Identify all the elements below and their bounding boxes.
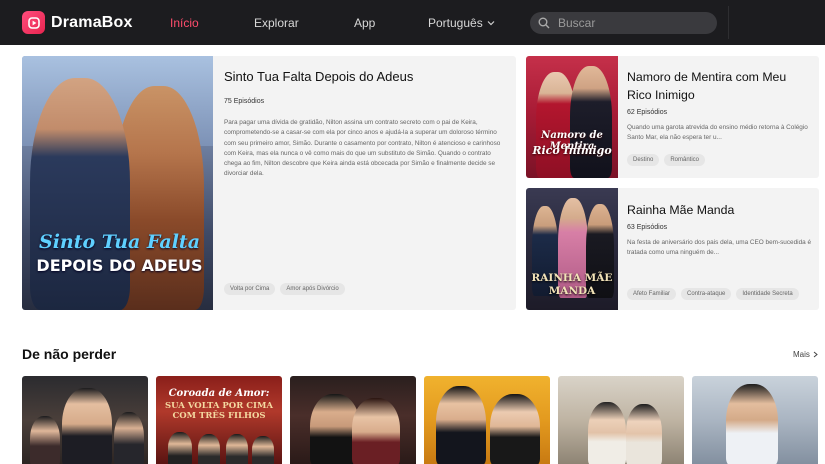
drama-episode-count: 62 Episódios	[627, 109, 668, 116]
drama-poster-card[interactable]	[290, 376, 416, 464]
chevron-down-icon	[487, 21, 495, 26]
drama-poster-card[interactable]	[558, 376, 684, 464]
more-label: Mais	[793, 350, 810, 359]
play-logo-icon	[22, 11, 45, 34]
poster-figure	[436, 386, 486, 464]
featured-description: Para pagar uma dívida de gratidão, Nilto…	[224, 119, 501, 178]
drama-poster-card[interactable]: Coroada de Amor: SUA VOLTA POR CIMA COM …	[156, 376, 282, 464]
poster-figure	[726, 384, 778, 464]
language-label: Português	[428, 16, 483, 30]
drama-poster[interactable]: Namoro de Mentira Rico Inimigo	[526, 56, 618, 178]
poster-figure	[226, 434, 248, 464]
nav-home-link[interactable]: Início	[170, 16, 199, 30]
drama-description: Quando uma garota atrevida do ensino méd…	[627, 124, 808, 141]
poster-figure	[490, 394, 540, 464]
drama-tags: Destino Romântico	[627, 154, 706, 166]
poster-figure	[352, 398, 400, 464]
featured-poster[interactable]: Sinto Tua Falta DEPOIS DO ADEUS	[22, 56, 213, 310]
poster-title-line2: MANDA	[548, 285, 596, 297]
drama-card[interactable]: RAINHA MÃE MANDA Rainha Mãe Manda 63 Epi…	[526, 188, 819, 310]
drama-card[interactable]: Namoro de Mentira Rico Inimigo Namoro de…	[526, 56, 819, 178]
poster-title-line1: Coroada de Amor:	[168, 388, 270, 399]
nav-explore-link[interactable]: Explorar	[254, 16, 299, 30]
tag-chip[interactable]: Romântico	[664, 154, 706, 166]
poster-figure	[252, 436, 274, 464]
brand-logo[interactable]: DramaBox	[22, 11, 133, 34]
tag-chip[interactable]: Amor após Divórcio	[280, 283, 345, 295]
tag-chip[interactable]: Afeto Familiar	[627, 288, 677, 300]
tag-chip[interactable]: Identidade Secreta	[736, 288, 799, 300]
drama-title[interactable]: Namoro de Mentira com Meu Rico Inimigo	[627, 68, 813, 104]
brand-name: DramaBox	[51, 13, 133, 31]
featured-tags: Volta por Cima Amor após Divórcio	[224, 283, 345, 295]
nav-app-link[interactable]: App	[354, 16, 375, 30]
drama-poster-card[interactable]	[692, 376, 818, 464]
poster-figure	[168, 432, 192, 464]
poster-figure	[30, 416, 60, 464]
poster-figure	[588, 402, 626, 464]
drama-title[interactable]: Rainha Mãe Manda	[627, 201, 813, 219]
featured-drama-card[interactable]: Sinto Tua Falta DEPOIS DO ADEUS Sinto Tu…	[22, 56, 516, 310]
section-title: De não perder	[22, 346, 117, 362]
poster-figure	[626, 404, 662, 464]
drama-info: Namoro de Mentira com Meu Rico Inimigo 6…	[627, 56, 815, 178]
poster-figure	[62, 388, 112, 464]
tag-chip[interactable]: Volta por Cima	[224, 283, 276, 295]
featured-episode-count: 75 Episódios	[224, 98, 265, 105]
poster-title-line2: SUA VOLTA POR CIMA COM TRÊS FILHOS	[165, 401, 273, 421]
poster-figure	[114, 412, 144, 464]
poster-figure	[570, 66, 612, 178]
poster-title-line2: Rico Inimigo	[532, 144, 612, 157]
featured-poster-title-line1: Sinto Tua Falta	[38, 231, 201, 253]
poster-man-figure	[30, 78, 130, 310]
poster-figure	[198, 434, 220, 464]
drama-episode-count: 63 Episódios	[627, 224, 668, 231]
poster-title-line1: RAINHA MÃE	[531, 272, 613, 284]
featured-title[interactable]: Sinto Tua Falta Depois do Adeus	[224, 69, 413, 84]
tag-chip[interactable]: Destino	[627, 154, 660, 166]
drama-poster-card[interactable]	[22, 376, 148, 464]
search-input[interactable]	[558, 16, 708, 30]
featured-info: Sinto Tua Falta Depois do Adeus 75 Episó…	[224, 56, 510, 310]
drama-poster-card[interactable]	[424, 376, 550, 464]
drama-info: Rainha Mãe Manda 63 Episódios Na festa d…	[627, 188, 815, 310]
search-bar[interactable]	[530, 12, 717, 34]
more-link[interactable]: Mais	[793, 350, 818, 359]
top-navigation-bar: DramaBox Início Explorar App Português	[0, 0, 825, 45]
drama-tags: Afeto Familiar Contra-ataque Identidade …	[627, 288, 799, 300]
drama-poster[interactable]: RAINHA MÃE MANDA	[526, 188, 618, 310]
language-selector[interactable]: Português	[428, 16, 495, 30]
drama-description: Na festa de aniversário dos pais dela, u…	[627, 239, 812, 256]
featured-poster-title-line2: DEPOIS DO ADEUS	[36, 256, 203, 275]
header-right-area	[728, 6, 825, 39]
tag-chip[interactable]: Contra-ataque	[681, 288, 732, 300]
search-icon	[538, 17, 550, 29]
chevron-right-icon	[813, 351, 818, 358]
